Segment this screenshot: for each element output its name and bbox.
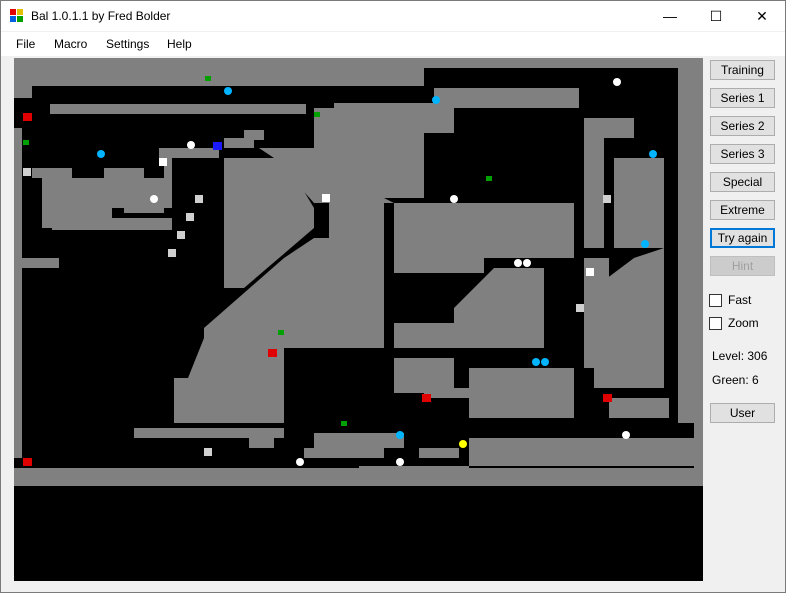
- window-title: Bal 1.0.1.1 by Fred Bolder: [31, 9, 171, 23]
- try-again-button[interactable]: Try again: [710, 228, 775, 248]
- zoom-checkbox-label: Zoom: [728, 316, 759, 330]
- series3-button[interactable]: Series 3: [710, 144, 775, 164]
- app-window: Bal 1.0.1.1 by Fred Bolder — ☐ ✕ File Ma…: [0, 0, 786, 593]
- hint-button[interactable]: Hint: [710, 256, 775, 276]
- maze-canvas[interactable]: [14, 58, 703, 581]
- menu-file[interactable]: File: [16, 37, 35, 51]
- special-button[interactable]: Special: [710, 172, 775, 192]
- level-label: Level: 306: [712, 349, 768, 363]
- fast-checkbox[interactable]: Fast: [709, 293, 779, 309]
- close-button[interactable]: ✕: [739, 1, 785, 31]
- fast-checkbox-label: Fast: [728, 293, 752, 307]
- fast-checkbox-box[interactable]: [709, 294, 722, 307]
- title-bar[interactable]: Bal 1.0.1.1 by Fred Bolder — ☐ ✕: [1, 1, 785, 31]
- training-button[interactable]: Training: [710, 60, 775, 80]
- maze-walls: [14, 58, 703, 486]
- user-button[interactable]: User: [710, 403, 775, 423]
- series2-button[interactable]: Series 2: [710, 116, 775, 136]
- extreme-button[interactable]: Extreme: [710, 200, 775, 220]
- app-icon: [10, 9, 24, 23]
- menu-help[interactable]: Help: [167, 37, 192, 51]
- series1-button[interactable]: Series 1: [710, 88, 775, 108]
- menu-macro[interactable]: Macro: [54, 37, 87, 51]
- menu-settings[interactable]: Settings: [106, 37, 149, 51]
- menu-bar: File Macro Settings Help: [1, 32, 785, 56]
- minimize-button[interactable]: —: [647, 1, 693, 31]
- maximize-button[interactable]: ☐: [693, 1, 739, 31]
- game-board[interactable]: [14, 58, 703, 581]
- green-label: Green: 6: [712, 373, 759, 387]
- zoom-checkbox[interactable]: Zoom: [709, 316, 779, 332]
- zoom-checkbox-box[interactable]: [709, 317, 722, 330]
